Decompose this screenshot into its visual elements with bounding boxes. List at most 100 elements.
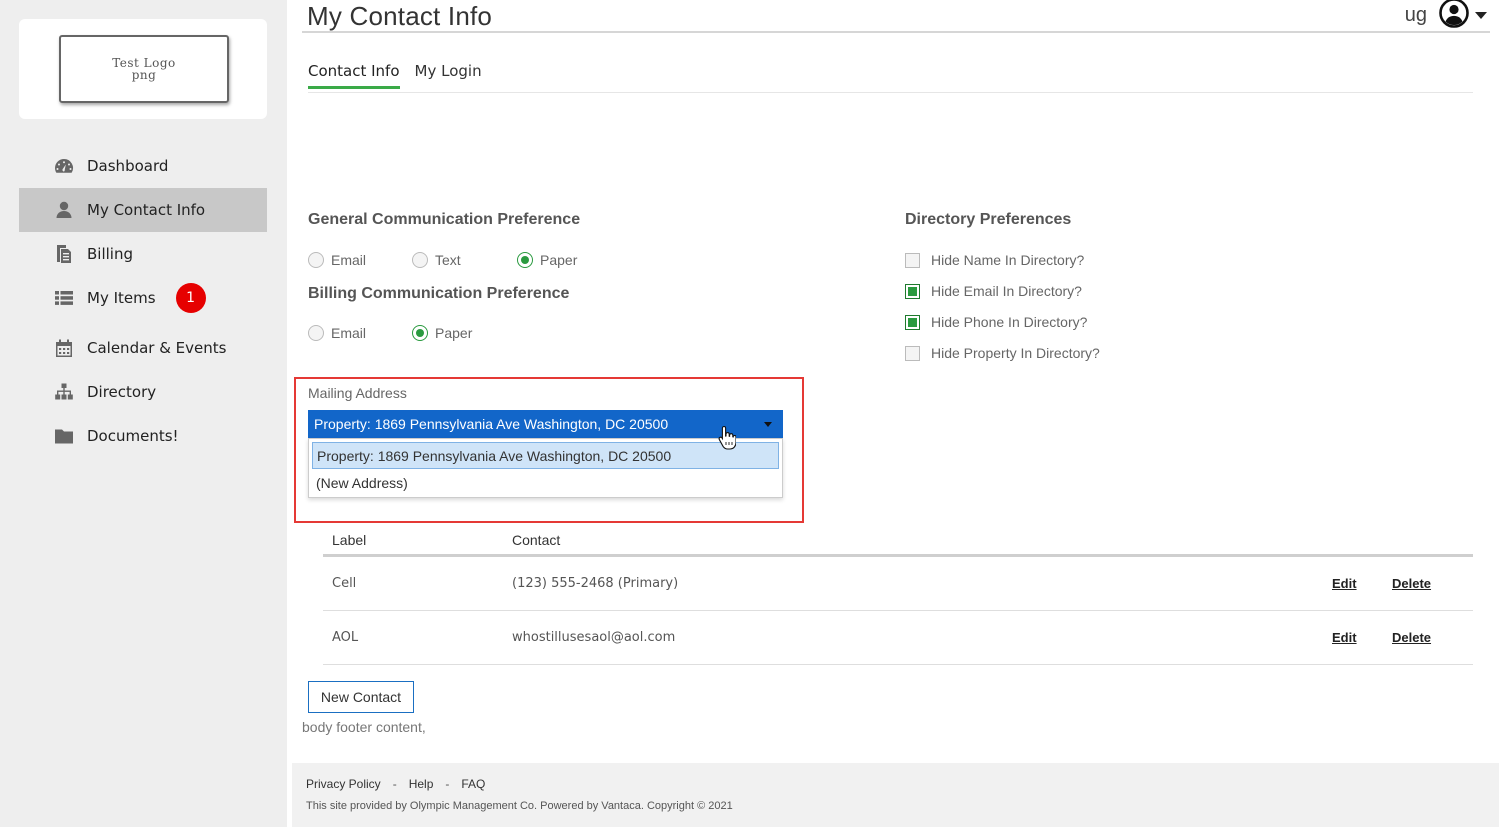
general-pref-text-radio[interactable]: Text <box>412 252 517 268</box>
row-contact: whostillusesaol@aol.com <box>512 630 676 645</box>
dropdown-option-new-address[interactable]: (New Address) <box>309 469 782 496</box>
sidebar-item-label: Directory <box>87 383 157 401</box>
edit-link[interactable]: Edit <box>1332 630 1357 645</box>
sidebar-item-my-items[interactable]: My Items 1 <box>19 276 267 320</box>
tab-my-login[interactable]: My Login <box>415 62 482 89</box>
row-label: Cell <box>332 576 357 591</box>
body-footer-text: body footer content, <box>302 719 426 735</box>
user-icon <box>53 199 75 221</box>
dropdown-option-property[interactable]: Property: 1869 Pennsylvania Ave Washingt… <box>312 442 779 469</box>
sidebar-nav: Dashboard My Contact Info Billing My Ite… <box>19 144 267 458</box>
mailing-address-dropdown: Property: 1869 Pennsylvania Ave Washingt… <box>308 438 783 498</box>
sidebar-item-dashboard[interactable]: Dashboard <box>19 144 267 188</box>
new-contact-button[interactable]: New Contact <box>308 681 414 713</box>
tab-contact-info[interactable]: Contact Info <box>308 62 400 89</box>
hide-name-checkbox[interactable]: Hide Name In Directory? <box>905 252 1084 268</box>
contacts-table-header: Label Contact <box>323 528 1473 554</box>
table-row: Cell (123) 555-2468 (Primary) Edit Delet… <box>323 557 1473 611</box>
list-icon <box>53 287 75 309</box>
sidebar-item-label: My Contact Info <box>87 201 206 219</box>
billing-pref-email-radio[interactable]: Email <box>308 325 412 341</box>
footer-link-privacy-policy[interactable]: Privacy Policy <box>306 777 381 791</box>
column-header-label: Label <box>332 532 367 548</box>
billing-pref-options: Email Paper <box>308 325 472 341</box>
billing-pref-title: Billing Communication Preference <box>308 285 570 302</box>
checkbox-label: Hide Name In Directory? <box>931 252 1085 268</box>
radio-label: Email <box>331 325 367 341</box>
sidebar-item-billing[interactable]: Billing <box>19 232 267 276</box>
checkbox-box[interactable] <box>905 252 920 268</box>
user-avatar-icon <box>1439 0 1469 32</box>
logo-image[interactable]: Test Logo png <box>59 35 229 103</box>
radio-circle[interactable] <box>412 325 428 341</box>
sidebar-item-label: Dashboard <box>87 157 169 175</box>
radio-label: Paper <box>540 252 578 268</box>
footer-link-faq[interactable]: FAQ <box>461 777 485 791</box>
footer-separator: - <box>445 777 450 791</box>
dashboard-icon <box>53 155 75 177</box>
billing-pref-paper-radio[interactable]: Paper <box>412 325 472 341</box>
radio-circle[interactable] <box>308 252 324 268</box>
tabs-divider <box>308 92 1473 93</box>
hide-email-checkbox[interactable]: Hide Email In Directory? <box>905 283 1082 299</box>
radio-label: Email <box>331 252 367 268</box>
radio-circle[interactable] <box>308 325 324 341</box>
tab-bar: Contact Info My Login <box>308 62 497 89</box>
hide-phone-checkbox[interactable]: Hide Phone In Directory? <box>905 314 1087 330</box>
footer-links: Privacy Policy - Help - FAQ <box>306 777 485 791</box>
user-initials: ug <box>1404 3 1427 26</box>
mailing-address-label: Mailing Address <box>308 385 407 401</box>
header-divider <box>302 31 1490 33</box>
directory-pref-title: Directory Preferences <box>905 211 1072 228</box>
sidebar: Test Logo png Dashboard My Contact Info … <box>0 0 287 827</box>
radio-circle[interactable] <box>517 252 533 268</box>
footer-copyright: This site provided by Olympic Management… <box>306 800 733 812</box>
footer-separator: - <box>392 777 397 791</box>
hand-pointer-icon <box>718 425 737 451</box>
row-label: AOL <box>332 630 359 645</box>
table-row: AOL whostillusesaol@aol.com Edit Delete <box>323 611 1473 665</box>
checkbox-label: Hide Phone In Directory? <box>931 314 1088 330</box>
sidebar-item-my-contact-info[interactable]: My Contact Info <box>19 188 267 232</box>
footer-link-help[interactable]: Help <box>409 777 434 791</box>
caret-down-icon <box>764 422 772 427</box>
radio-label: Text <box>435 252 461 268</box>
row-contact: (123) 555-2468 (Primary) <box>512 576 679 591</box>
billing-icon <box>53 243 75 265</box>
page-title: My Contact Info <box>307 1 493 31</box>
sidebar-item-label: Calendar & Events <box>87 339 227 357</box>
sidebar-item-label: Billing <box>87 245 133 263</box>
sidebar-item-label: Documents! <box>87 427 179 445</box>
general-pref-paper-radio[interactable]: Paper <box>517 252 577 268</box>
column-header-contact: Contact <box>512 532 561 548</box>
logo-container: Test Logo png <box>19 19 267 119</box>
radio-label: Paper <box>435 325 473 341</box>
delete-link[interactable]: Delete <box>1392 576 1431 591</box>
delete-link[interactable]: Delete <box>1392 630 1431 645</box>
sidebar-item-calendar-events[interactable]: Calendar & Events <box>19 320 267 370</box>
checkbox-box[interactable] <box>905 283 920 299</box>
edit-link[interactable]: Edit <box>1332 576 1357 591</box>
mailing-address-select[interactable]: Property: 1869 Pennsylvania Ave Washingt… <box>308 410 783 438</box>
hide-property-checkbox[interactable]: Hide Property In Directory? <box>905 345 1100 361</box>
directory-icon <box>53 381 75 403</box>
radio-circle[interactable] <box>412 252 428 268</box>
user-menu[interactable]: ug <box>1405 0 1487 30</box>
chevron-down-icon <box>1475 11 1487 19</box>
general-pref-options: Email Text Paper <box>308 252 577 268</box>
general-pref-email-radio[interactable]: Email <box>308 252 412 268</box>
sidebar-item-label: My Items <box>87 289 156 307</box>
sidebar-item-directory[interactable]: Directory <box>19 370 267 414</box>
logo-text-line2: png <box>131 68 157 82</box>
checkbox-label: Hide Property In Directory? <box>931 345 1100 361</box>
page-footer: Privacy Policy - Help - FAQ This site pr… <box>292 763 1499 827</box>
select-value: Property: 1869 Pennsylvania Ave Washingt… <box>314 416 669 432</box>
notification-badge: 1 <box>175 283 206 313</box>
checkbox-box[interactable] <box>905 314 920 330</box>
checkbox-box[interactable] <box>905 345 920 361</box>
calendar-icon <box>53 337 75 359</box>
checkbox-label: Hide Email In Directory? <box>931 283 1082 299</box>
general-pref-title: General Communication Preference <box>308 211 581 228</box>
folder-icon <box>53 425 75 447</box>
sidebar-item-documents[interactable]: Documents! <box>19 414 267 458</box>
